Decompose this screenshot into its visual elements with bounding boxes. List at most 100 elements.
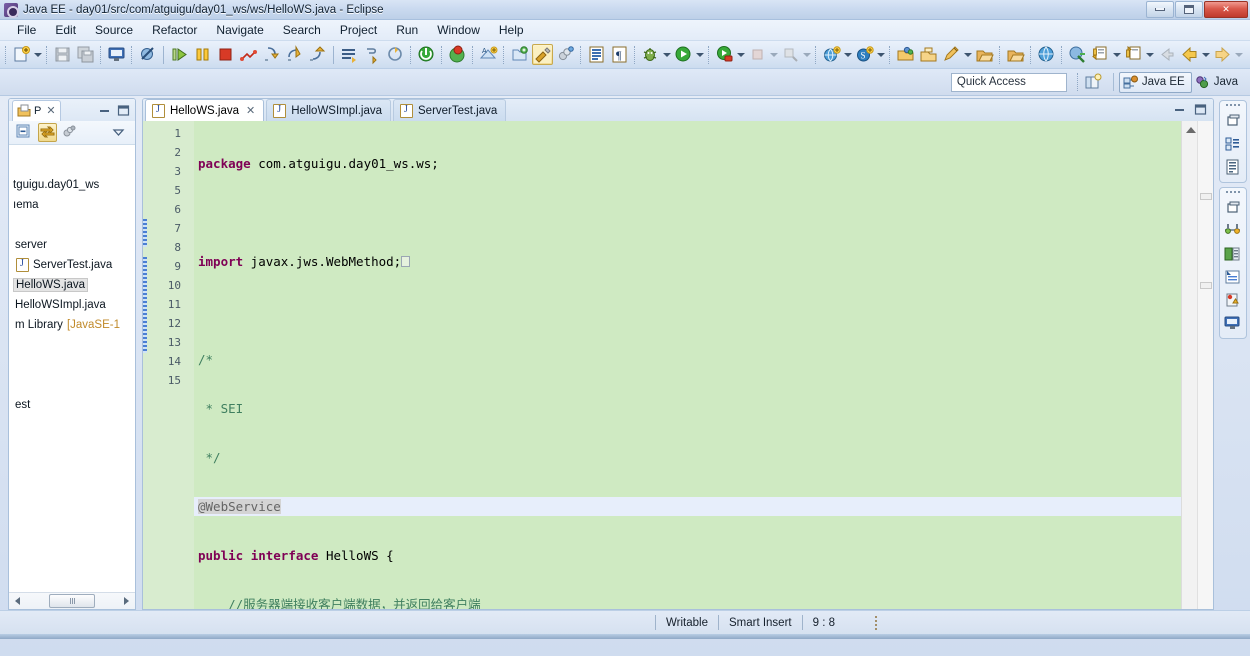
menu-project[interactable]: Project — [331, 21, 386, 39]
data-source-explorer-icon[interactable] — [1224, 246, 1243, 264]
save-icon[interactable] — [52, 44, 73, 65]
code-line-11[interactable]: //服务器端接收客户端数据，并返回给客户端 — [194, 595, 1181, 609]
menu-file[interactable]: File — [8, 21, 45, 39]
open-resource-icon[interactable] — [974, 44, 995, 65]
step-return-icon[interactable] — [307, 44, 328, 65]
menu-help[interactable]: Help — [490, 21, 533, 39]
scroll-left-icon[interactable] — [10, 594, 25, 609]
back-arrow-icon[interactable] — [1179, 44, 1200, 65]
quick-access-input[interactable]: Quick Access — [950, 72, 1067, 92]
tree-item-7[interactable]: m Library [JavaSE-1 — [9, 315, 135, 335]
new-dynamic-web-project-icon[interactable] — [555, 44, 576, 65]
open-task-icon[interactable] — [918, 44, 939, 65]
skip-all-breakpoints-icon[interactable] — [137, 44, 158, 65]
code-line-2[interactable] — [194, 203, 1181, 222]
menu-run[interactable]: Run — [387, 21, 427, 39]
new-dropdown-arrow[interactable] — [33, 44, 43, 65]
minimize-view-icon[interactable] — [98, 104, 111, 117]
edit-icon[interactable] — [941, 44, 962, 65]
profile-dropdown-arrow[interactable] — [802, 44, 812, 65]
debug-dropdown-arrow[interactable] — [662, 44, 672, 65]
perspective-java[interactable]: Java — [1192, 73, 1244, 92]
scroll-up-icon[interactable] — [1186, 127, 1196, 133]
forward-arrow-icon[interactable] — [1212, 44, 1233, 65]
open-perspective-icon[interactable] — [1082, 72, 1104, 93]
maximize-button[interactable] — [1175, 1, 1203, 18]
menu-navigate[interactable]: Navigate — [207, 21, 272, 39]
new-java-class-icon[interactable]: A — [478, 44, 499, 65]
menu-window[interactable]: Window — [428, 21, 489, 39]
step-into-icon[interactable] — [261, 44, 282, 65]
tree-item-4[interactable]: ServerTest.java — [9, 255, 135, 275]
terminate-dropdown-arrow[interactable] — [769, 44, 779, 65]
perspective-java-ee[interactable]: Java EE — [1118, 71, 1192, 93]
terminate-grey-icon[interactable] — [747, 44, 768, 65]
package-explorer-tab[interactable]: P ✕ — [12, 99, 61, 121]
scroll-thumb[interactable] — [49, 594, 95, 608]
stop-server-icon[interactable] — [447, 44, 468, 65]
servers-view-icon[interactable] — [1224, 223, 1243, 241]
restore-icon[interactable] — [1224, 113, 1243, 131]
maximize-editor-icon[interactable] — [1194, 103, 1207, 116]
tree-item-6[interactable]: HelloWSImpl.java — [9, 295, 135, 315]
collapse-all-icon[interactable] — [15, 123, 34, 142]
suspend-icon[interactable] — [192, 44, 213, 65]
toggle-mark-occurrences-icon[interactable] — [532, 44, 553, 65]
search-icon[interactable]: S — [854, 44, 875, 65]
previous-edit-icon[interactable] — [1123, 44, 1144, 65]
search-dropdown-arrow[interactable] — [876, 44, 886, 65]
restore-icon[interactable] — [1224, 200, 1243, 218]
resize-grip[interactable] — [871, 615, 881, 631]
view-menu-icon[interactable] — [110, 123, 129, 142]
forward-dropdown-arrow[interactable] — [1234, 44, 1244, 65]
disconnect-icon[interactable] — [238, 44, 259, 65]
previous-annotation-icon[interactable] — [385, 44, 406, 65]
open-type-icon[interactable] — [895, 44, 916, 65]
menu-edit[interactable]: Edit — [46, 21, 85, 39]
maximize-view-icon[interactable] — [117, 104, 130, 117]
console-view-icon[interactable] — [1224, 315, 1243, 333]
menu-search[interactable]: Search — [274, 21, 330, 39]
next-annotation-icon[interactable] — [362, 44, 383, 65]
editor-vscrollbar[interactable] — [1197, 121, 1213, 609]
minimize-button[interactable] — [1146, 1, 1174, 18]
editor-tab-helloWSImpl[interactable]: HelloWSImpl.java — [266, 99, 391, 121]
show-whitespace-icon[interactable] — [586, 44, 607, 65]
globe-icon[interactable] — [1036, 44, 1057, 65]
tree-item-10[interactable]: est — [9, 395, 135, 415]
problems-view-icon[interactable] — [1224, 292, 1243, 310]
step-over-icon[interactable] — [284, 44, 305, 65]
previous-dropdown-arrow[interactable] — [1145, 44, 1155, 65]
code-line-5[interactable] — [194, 301, 1181, 320]
run-as-dropdown-arrow[interactable] — [736, 44, 746, 65]
run-as-icon[interactable] — [714, 44, 735, 65]
next-edit-icon[interactable] — [1090, 44, 1111, 65]
code-line-7[interactable]: * SEI — [194, 399, 1181, 418]
tree-item-helloWS[interactable]: HelloWS.java — [9, 275, 135, 295]
minimize-editor-icon[interactable] — [1173, 103, 1186, 116]
close-icon[interactable]: ✕ — [46, 104, 55, 117]
tree-item-1[interactable]: ıema — [9, 195, 135, 215]
menu-lines-icon[interactable] — [339, 44, 360, 65]
resume-icon[interactable] — [169, 44, 190, 65]
link-with-editor-icon[interactable] — [38, 123, 57, 142]
view-menu-filter-icon[interactable] — [61, 123, 80, 142]
code-line-10[interactable]: public interface HelloWS { — [194, 546, 1181, 565]
close-button[interactable]: ✕ — [1204, 1, 1248, 18]
run-dropdown-arrow[interactable] — [695, 44, 705, 65]
code-text-area[interactable]: package com.atguigu.day01_ws.ws; import … — [194, 121, 1181, 609]
drag-handle[interactable] — [1226, 191, 1240, 193]
code-line-3[interactable]: import javax.jws.WebMethod; — [194, 252, 1181, 271]
editor-tab-serverTest[interactable]: ServerTest.java — [393, 99, 507, 121]
code-line-8[interactable]: */ — [194, 448, 1181, 467]
back-icon[interactable] — [1156, 44, 1177, 65]
save-all-icon[interactable] — [75, 44, 96, 65]
menu-refactor[interactable]: Refactor — [143, 21, 206, 39]
edit-dropdown-arrow[interactable] — [963, 44, 973, 65]
code-line-1[interactable]: package com.atguigu.day01_ws.ws; — [194, 154, 1181, 173]
new-java-package-icon[interactable] — [509, 44, 530, 65]
start-server-icon[interactable] — [416, 44, 437, 65]
drag-handle[interactable] — [1226, 104, 1240, 106]
web-dropdown-arrow[interactable] — [843, 44, 853, 65]
tree-item-3[interactable]: server — [9, 235, 135, 255]
